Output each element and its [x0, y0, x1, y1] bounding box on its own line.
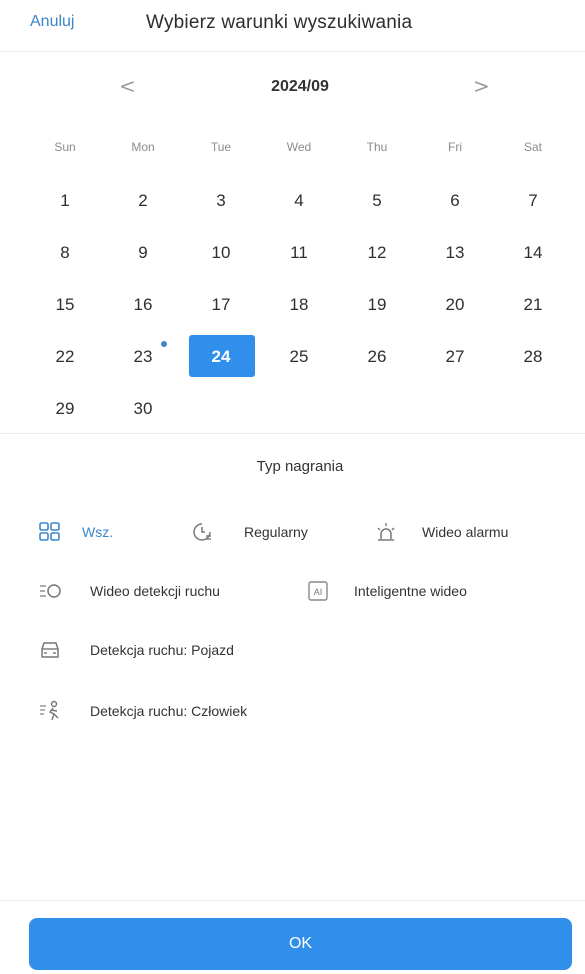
option-label: Wsz. [82, 524, 114, 540]
option-smart-video[interactable]: AI Inteligentne wideo [306, 575, 467, 607]
ai-icon: AI [308, 581, 328, 601]
recording-type-title: Typ nagrania [256, 458, 344, 475]
grid-icon [39, 522, 60, 541]
recording-indicator-dot [161, 341, 167, 347]
weekday-wed: Wed [286, 140, 312, 154]
weekday-sat: Sat [523, 140, 542, 154]
calendar-day[interactable]: 28 [494, 334, 572, 386]
calendar-day[interactable]: 2 [104, 178, 182, 230]
calendar-day[interactable]: 9 [104, 230, 182, 282]
calendar-day[interactable]: 4 [260, 178, 338, 230]
month-label: 2024/09 [271, 78, 329, 95]
calendar-day[interactable]: 18 [260, 282, 338, 334]
calendar-day[interactable]: 20 [416, 282, 494, 334]
option-human-detection[interactable]: Detekcja ruchu: Człowiek [38, 695, 247, 727]
calendar-day[interactable]: 1 [26, 178, 104, 230]
calendar-day[interactable]: 10 [182, 230, 260, 282]
option-label: Inteligentne wideo [354, 583, 467, 599]
weekday-header: Sun Mon Tue Wed Thu Fri Sat [26, 134, 572, 160]
calendar-day[interactable]: 15 [26, 282, 104, 334]
calendar-day[interactable]: 30 [104, 386, 182, 438]
option-alarm-video[interactable]: Wideo alarmu [374, 516, 508, 548]
calendar-day-selected[interactable]: 24 [182, 334, 260, 386]
calendar-day[interactable]: 21 [494, 282, 572, 334]
weekday-sun: Sun [54, 140, 76, 154]
footer-divider [0, 900, 585, 901]
weekday-mon: Mon [131, 140, 155, 154]
calendar-day[interactable]: 25 [260, 334, 338, 386]
calendar-day[interactable]: 13 [416, 230, 494, 282]
calendar-day[interactable]: 26 [338, 334, 416, 386]
header: Anuluj Wybierz warunki wyszukiwania [0, 0, 585, 52]
motion-icon [40, 584, 61, 598]
vehicle-icon [41, 642, 59, 658]
calendar-days: 1 2 3 4 5 6 7 8 9 10 11 12 13 14 15 16 1… [26, 178, 572, 438]
calendar-day[interactable]: 27 [416, 334, 494, 386]
section-divider [0, 433, 585, 434]
person-running-icon [40, 700, 59, 721]
page-title: Wybierz warunki wyszukiwania [146, 12, 413, 33]
option-regular[interactable]: Regularny [190, 516, 308, 548]
calendar-day[interactable]: 5 [338, 178, 416, 230]
alarm-light-icon [377, 523, 395, 541]
option-all[interactable]: Wsz. [38, 516, 113, 548]
calendar-day[interactable]: 17 [182, 282, 260, 334]
calendar-day[interactable]: 14 [494, 230, 572, 282]
option-vehicle-detection[interactable]: Detekcja ruchu: Pojazd [38, 634, 234, 666]
calendar-day[interactable]: 22 [26, 334, 104, 386]
weekday-thu: Thu [366, 140, 388, 154]
ok-button[interactable]: OK [29, 918, 572, 970]
calendar-day[interactable]: 16 [104, 282, 182, 334]
calendar-day[interactable]: 29 [26, 386, 104, 438]
calendar-day[interactable]: 7 [494, 178, 572, 230]
weekday-tue: Tue [210, 140, 232, 154]
calendar-day[interactable]: 3 [182, 178, 260, 230]
clock-icon [193, 523, 211, 541]
calendar-day[interactable]: 11 [260, 230, 338, 282]
option-label: Wideo alarmu [422, 524, 509, 540]
calendar-day[interactable]: 8 [26, 230, 104, 282]
option-label: Detekcja ruchu: Człowiek [90, 703, 248, 719]
cancel-button[interactable]: Anuluj [30, 13, 74, 31]
option-motion-video[interactable]: Wideo detekcji ruchu [38, 575, 220, 607]
svg-text:AI: AI [314, 587, 323, 597]
month-navigation: < 2024/09 > [0, 72, 585, 106]
calendar-day[interactable]: 6 [416, 178, 494, 230]
chevron-right-icon[interactable]: > [473, 74, 490, 98]
weekday-fri: Fri [448, 140, 462, 154]
calendar-day-with-recording[interactable]: 23 [104, 334, 182, 386]
option-label: Regularny [244, 524, 308, 540]
calendar-day[interactable]: 12 [338, 230, 416, 282]
option-label: Detekcja ruchu: Pojazd [90, 642, 234, 658]
option-label: Wideo detekcji ruchu [90, 583, 220, 599]
calendar-day[interactable]: 19 [338, 282, 416, 334]
